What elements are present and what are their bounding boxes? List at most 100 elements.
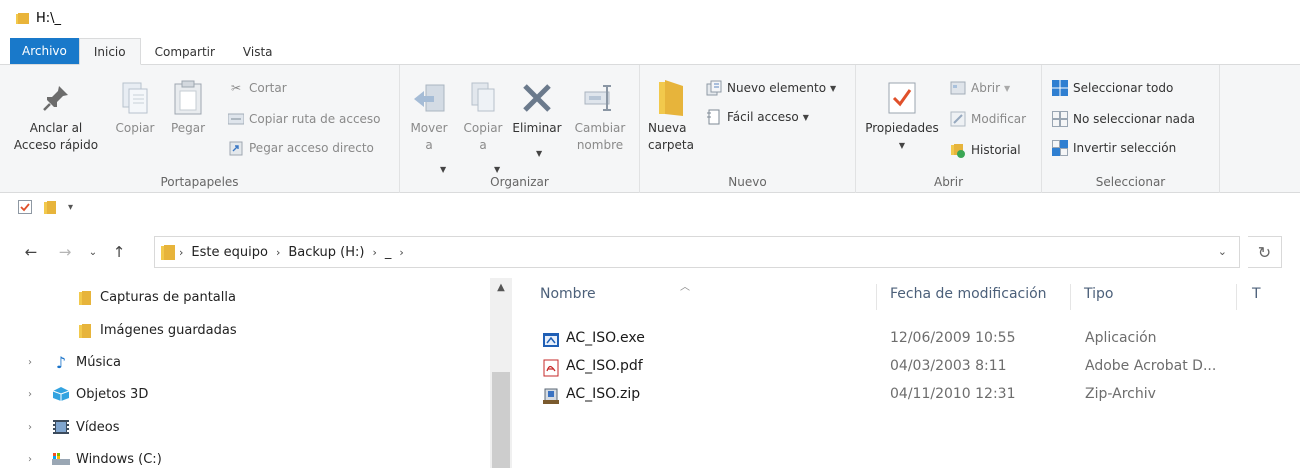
copy-button[interactable]: Copiar xyxy=(112,79,158,137)
move-to-button[interactable]: Mover a ▼ xyxy=(406,79,452,174)
properties-dropdown-icon: ▼ xyxy=(898,141,906,150)
column-divider[interactable] xyxy=(1236,284,1237,310)
select-all-button[interactable]: Seleccionar todo xyxy=(1052,77,1173,99)
properties-check-icon xyxy=(884,79,920,117)
recent-locations-chevron-icon[interactable]: ⌄ xyxy=(80,236,106,268)
qat-customize-dropdown-icon[interactable]: ▾ xyxy=(68,202,73,213)
file-row[interactable]: AC_ISO.zip 04/11/2010 12:31 Zip-Archiv xyxy=(532,384,1252,408)
select-none-button[interactable]: No seleccionar nada xyxy=(1052,108,1195,130)
back-arrow-icon[interactable]: ← xyxy=(18,236,44,268)
quick-access-toolbar: ▾ xyxy=(0,194,1300,220)
video-icon xyxy=(52,419,70,435)
breadcrumb-separator-icon[interactable]: › xyxy=(276,246,280,259)
column-header-date[interactable]: Fecha de modificación xyxy=(890,286,1047,302)
address-bar[interactable]: › Este equipo › Backup (H:) › _ › ⌄ xyxy=(154,236,1240,268)
expand-chevron-icon[interactable]: › xyxy=(28,422,32,433)
file-row[interactable]: AC_ISO.exe 12/06/2009 10:55 Aplicación xyxy=(532,328,1252,352)
drive-icon xyxy=(52,451,70,467)
nav-item-capturas[interactable]: Capturas de pantalla xyxy=(0,282,490,312)
music-note-icon: ♪ xyxy=(55,352,67,372)
scroll-thumb[interactable] xyxy=(492,372,510,468)
breadcrumb-backup-h[interactable]: Backup (H:) xyxy=(288,245,364,260)
group-label-seleccionar: Seleccionar xyxy=(1095,175,1166,189)
group-label-nuevo: Nuevo xyxy=(728,175,767,189)
qat-properties-button[interactable] xyxy=(18,200,32,214)
breadcrumb-underscore[interactable]: _ xyxy=(385,245,392,260)
group-seleccionar: Seleccionar todo No seleccionar nada Inv… xyxy=(1042,65,1220,193)
cut-button[interactable]: ✂ Cortar xyxy=(228,77,287,99)
refresh-icon[interactable]: ↻ xyxy=(1248,236,1282,268)
column-divider[interactable] xyxy=(1070,284,1071,310)
forward-arrow-icon[interactable]: → xyxy=(52,236,78,268)
ribbon-tabs: Archivo Inicio Compartir Vista xyxy=(0,38,1300,65)
qat-new-folder-button[interactable] xyxy=(44,200,56,214)
group-label-abrir: Abrir xyxy=(933,175,964,189)
file-list: ︿ Nombre Fecha de modificación Tipo T AC… xyxy=(514,278,1300,468)
nav-item-objetos-3d[interactable]: › Objetos 3D xyxy=(0,379,490,409)
group-portapapeles: Anclar al Acceso rápido Copiar Pegar ✂ C… xyxy=(0,65,400,193)
breadcrumb-este-equipo[interactable]: Este equipo xyxy=(191,245,268,260)
easy-access-dropdown-icon: ▼ xyxy=(802,112,809,122)
delete-button[interactable]: Eliminar ▼ xyxy=(510,79,564,158)
column-header-size[interactable]: T xyxy=(1252,286,1261,302)
pin-quick-access-button[interactable]: Anclar al Acceso rápido xyxy=(14,79,98,154)
file-row[interactable]: AC_ISO.pdf 04/03/2003 8:11 Adobe Acrobat… xyxy=(532,356,1252,380)
breadcrumb-separator-icon[interactable]: › xyxy=(179,246,183,259)
breadcrumb-separator-icon[interactable]: › xyxy=(372,246,376,259)
history-button[interactable]: Historial xyxy=(950,139,1021,161)
open-button[interactable]: Abrir ▼ xyxy=(950,77,1010,99)
new-folder-button[interactable]: Nueva carpeta xyxy=(648,79,698,154)
rename-button[interactable]: Cambiar nombre xyxy=(568,79,632,154)
edit-button[interactable]: Modificar xyxy=(950,108,1026,130)
file-name: AC_ISO.zip xyxy=(566,386,641,402)
select-all-icon xyxy=(1052,80,1068,96)
3d-objects-icon xyxy=(52,386,70,402)
expand-chevron-icon[interactable]: › xyxy=(28,357,32,368)
folder-icon xyxy=(44,201,56,214)
invert-selection-button[interactable]: Invertir selección xyxy=(1052,137,1176,159)
group-label-portapapeles: Portapapeles xyxy=(160,175,239,189)
tab-inicio[interactable]: Inicio xyxy=(78,38,141,65)
new-item-icon xyxy=(706,80,722,96)
select-none-icon xyxy=(1052,111,1068,127)
group-nuevo: Nueva carpeta Nuevo elemento ▼ Fácil acc… xyxy=(640,65,856,193)
copy-to-icon xyxy=(465,79,501,117)
group-abrir: Propiedades ▼ Abrir ▼ Modificar Historia… xyxy=(856,65,1042,193)
paste-shortcut-button[interactable]: Pegar acceso directo xyxy=(228,137,374,159)
copy-path-button[interactable]: Copiar ruta de acceso xyxy=(228,108,381,130)
properties-button[interactable]: Propiedades ▼ xyxy=(860,79,944,154)
navigation-pane: Capturas de pantalla Imágenes guardadas … xyxy=(0,278,490,468)
nav-scrollbar[interactable]: ▲ xyxy=(490,278,512,468)
file-name: AC_ISO.exe xyxy=(566,330,645,346)
scissors-icon: ✂ xyxy=(230,81,242,95)
copy-to-button[interactable]: Copiar a ▼ xyxy=(460,79,506,174)
address-dropdown-chevron-icon[interactable]: ⌄ xyxy=(1218,245,1227,258)
folder-icon xyxy=(161,245,175,260)
nav-item-videos[interactable]: › Vídeos xyxy=(0,412,490,442)
breadcrumb-separator-icon[interactable]: › xyxy=(399,246,403,259)
expand-chevron-icon[interactable]: › xyxy=(28,454,32,465)
new-item-dropdown-icon: ▼ xyxy=(830,83,837,93)
address-row: ← → ⌄ ↑ › Este equipo › Backup (H:) › _ … xyxy=(0,232,1300,272)
nav-item-musica[interactable]: › ♪ Música xyxy=(0,347,490,377)
easy-access-button[interactable]: Fácil acceso ▼ xyxy=(706,106,809,128)
up-arrow-icon[interactable]: ↑ xyxy=(106,236,132,268)
column-divider[interactable] xyxy=(876,284,877,310)
scroll-up-arrow-icon[interactable]: ▲ xyxy=(490,282,512,293)
expand-chevron-icon[interactable]: › xyxy=(28,389,32,400)
tab-archivo[interactable]: Archivo xyxy=(10,38,79,64)
paste-shortcut-icon xyxy=(228,140,244,156)
group-label-organizar: Organizar xyxy=(490,175,549,189)
ribbon: Anclar al Acceso rápido Copiar Pegar ✂ C… xyxy=(0,65,1300,193)
open-dropdown-icon: ▼ xyxy=(1004,83,1011,93)
zip-icon xyxy=(542,387,560,405)
nav-item-imagenes[interactable]: Imágenes guardadas xyxy=(0,315,490,345)
column-header-type[interactable]: Tipo xyxy=(1084,286,1113,302)
nav-item-windows-c[interactable]: › Windows (C:) xyxy=(0,444,490,468)
new-item-button[interactable]: Nuevo elemento ▼ xyxy=(706,77,836,99)
file-type: Aplicación xyxy=(1085,330,1157,346)
column-header-name[interactable]: Nombre xyxy=(540,286,596,302)
tab-vista[interactable]: Vista xyxy=(229,39,287,64)
paste-button[interactable]: Pegar xyxy=(166,79,210,137)
tab-compartir[interactable]: Compartir xyxy=(141,39,229,64)
